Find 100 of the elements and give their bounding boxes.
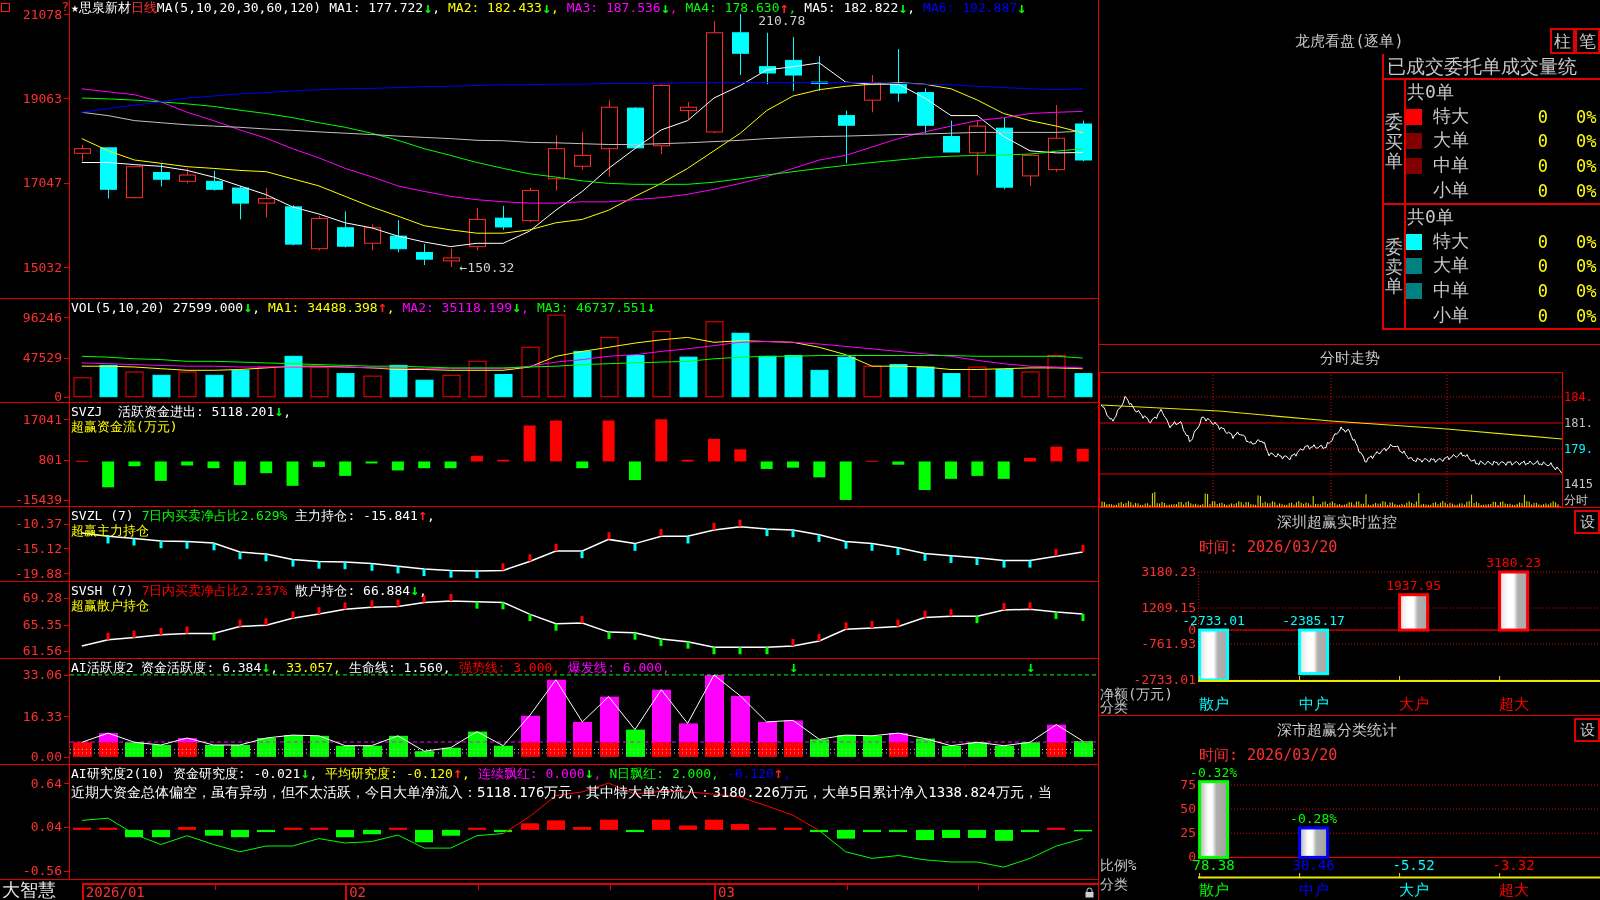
volume-bar — [863, 365, 882, 398]
activity-bar — [942, 745, 961, 757]
change-tick — [106, 632, 110, 640]
volume-bar — [521, 346, 540, 398]
volume-bar — [231, 369, 250, 398]
change-tick — [686, 641, 690, 649]
change-tick — [817, 634, 821, 642]
candlestick — [627, 106, 644, 150]
change-tick — [370, 563, 374, 571]
date-label: 时间: 2026/03/20 — [1199, 746, 1338, 764]
volume-bar — [152, 374, 171, 398]
research-bar — [521, 823, 539, 830]
settings-button[interactable]: 设 — [1574, 510, 1600, 534]
order-count: 0 — [1537, 305, 1548, 326]
trend-arrow: ↓ — [584, 766, 594, 781]
indicator-text: 平均研究度: -0.120 — [325, 766, 453, 781]
candlestick — [364, 223, 381, 251]
settings-button[interactable]: 设 — [1574, 718, 1600, 742]
change-tick — [659, 529, 663, 537]
change-tick — [607, 532, 611, 540]
y-axis-label: -10.37 — [15, 517, 62, 530]
volume-bar — [889, 364, 908, 398]
activity-bar — [1021, 742, 1040, 757]
category-label: 超大 — [1498, 696, 1529, 712]
candlestick — [548, 134, 565, 192]
candlestick — [943, 120, 960, 153]
research-bar — [942, 829, 960, 838]
y-axis-label: -15439 — [15, 493, 62, 507]
volume-bar — [916, 366, 935, 398]
y-axis-label: 25 — [1180, 826, 1196, 841]
change-tick — [1054, 612, 1058, 619]
price-scale-label: 179. — [1564, 442, 1593, 456]
change-tick — [607, 632, 611, 639]
separator-text: , — [386, 300, 395, 315]
candlestick — [126, 165, 143, 199]
candlestick — [232, 185, 249, 220]
research-bar — [257, 829, 275, 833]
activity-bar — [1047, 742, 1066, 757]
candlestick — [680, 101, 697, 120]
volume-bar — [837, 356, 856, 398]
activity-bar — [336, 745, 355, 757]
y-axis-label: 3180.23 — [1141, 565, 1196, 579]
volume-bar — [442, 374, 461, 398]
category-label: 散户 — [1198, 696, 1229, 712]
y-axis-label: 33.06 — [22, 668, 62, 682]
research-bar — [889, 829, 907, 833]
y-axis-label: -761.93 — [1141, 637, 1196, 651]
y-axis-label: 17047 — [22, 176, 62, 190]
fund-flow-bar — [839, 461, 852, 500]
order-size-label: 中单 — [1433, 154, 1469, 176]
change-tick — [1028, 560, 1032, 568]
indicator-text: 7日内买卖净占比2.629% — [141, 508, 288, 523]
trend-arrow: ↓ — [541, 0, 551, 16]
order-count: 0 — [1537, 156, 1548, 177]
research-bar — [336, 829, 354, 838]
fund-flow-bar — [444, 461, 457, 469]
candlestick — [285, 204, 302, 246]
research-bar — [363, 829, 381, 835]
indicator-text: AI研究度2(10) — [71, 766, 165, 781]
fund-flow-bar — [365, 461, 378, 464]
net-amount-bar — [1298, 628, 1330, 676]
candlestick — [469, 207, 486, 251]
research-bar — [205, 829, 223, 836]
change-tick — [817, 534, 821, 542]
fund-flow-bar — [549, 420, 562, 462]
view-toggle-button[interactable]: 笔 — [1575, 28, 1600, 54]
indicator-text: 主力持仓: -15.841 — [295, 508, 418, 523]
indicator-text: VOL(5,10,20) 27599.000 — [71, 300, 244, 315]
order-share: 0% — [1576, 281, 1597, 302]
indicator-text: 33.057, — [286, 660, 341, 675]
fund-flow-bar — [1024, 457, 1037, 462]
y-axis-label: -2733.01 — [1133, 673, 1196, 687]
category-label: 中户 — [1298, 696, 1329, 712]
research-bar — [626, 829, 644, 833]
fund-flow-bar — [971, 461, 984, 476]
change-tick — [765, 529, 769, 537]
change-tick — [291, 611, 295, 619]
order-share: 0% — [1576, 156, 1597, 177]
y-axis-label: 17041 — [22, 412, 62, 426]
separator-text: , — [669, 0, 678, 16]
change-tick — [738, 647, 742, 655]
activity-bar — [679, 723, 698, 743]
order-size-label: 特大 — [1433, 229, 1469, 251]
fund-flow-bar — [154, 461, 167, 481]
research-bar — [837, 829, 855, 839]
research-bar — [73, 827, 91, 830]
category-label: 中户 — [1298, 882, 1329, 898]
trend-arrow: ↓ — [1017, 0, 1027, 16]
trend-arrow: ↓ — [410, 583, 420, 598]
view-toggle-button[interactable]: 柱 — [1550, 28, 1575, 54]
share-bar — [1298, 826, 1330, 859]
date-label: 时间: 2026/03/20 — [1199, 538, 1338, 556]
volume-bar — [284, 355, 303, 398]
change-tick — [712, 522, 716, 530]
research-bar — [547, 820, 565, 830]
axis-title: 比例% — [1100, 858, 1137, 873]
y-axis-label: 801 — [38, 453, 62, 466]
research-bar — [231, 829, 249, 838]
y-axis-label: 50 — [1180, 802, 1196, 817]
indicator-text: MA1: 177.722 — [329, 0, 424, 16]
